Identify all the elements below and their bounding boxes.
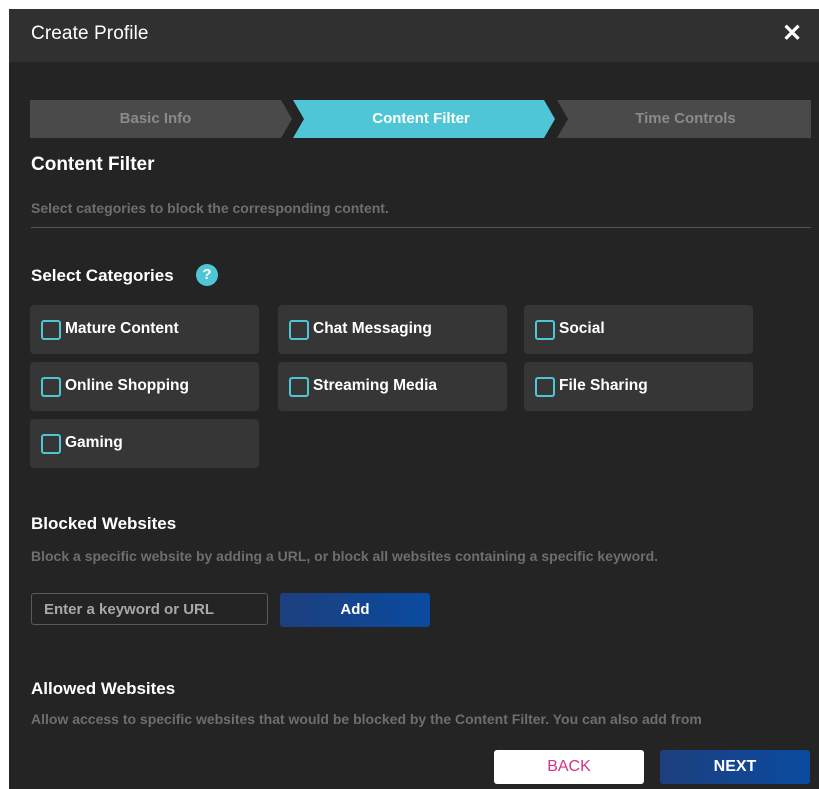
- keyword-url-input[interactable]: [31, 593, 268, 625]
- checkbox-icon[interactable]: [41, 377, 61, 397]
- dialog-header: Create Profile ✕: [9, 9, 819, 62]
- category-label: File Sharing: [559, 377, 648, 394]
- allowed-websites-heading: Allowed Websites: [31, 679, 176, 698]
- dialog-title: Create Profile: [31, 23, 149, 44]
- step-time-controls[interactable]: Time Controls: [560, 100, 811, 138]
- blocked-websites-heading: Blocked Websites: [31, 514, 177, 533]
- checkbox-icon[interactable]: [535, 320, 555, 340]
- category-label: Gaming: [65, 434, 123, 451]
- category-social[interactable]: Social: [524, 305, 753, 354]
- category-file-sharing[interactable]: File Sharing: [524, 362, 753, 411]
- section-divider: [31, 227, 811, 228]
- back-button[interactable]: BACK: [494, 750, 644, 784]
- allowed-websites-description: Allow access to specific websites that w…: [31, 711, 702, 727]
- step-basic-info[interactable]: Basic Info: [30, 100, 281, 138]
- content-filter-heading: Content Filter: [31, 154, 155, 175]
- close-icon[interactable]: ✕: [779, 21, 805, 47]
- checkbox-icon[interactable]: [289, 320, 309, 340]
- checkbox-icon[interactable]: [535, 377, 555, 397]
- checkbox-icon[interactable]: [41, 434, 61, 454]
- create-profile-dialog: Create Profile ✕ Basic Info Content Filt…: [9, 9, 819, 789]
- add-button[interactable]: Add: [280, 593, 430, 627]
- category-label: Online Shopping: [65, 377, 189, 394]
- category-online-shopping[interactable]: Online Shopping: [30, 362, 259, 411]
- category-streaming-media[interactable]: Streaming Media: [278, 362, 507, 411]
- blocked-websites-description: Block a specific website by adding a URL…: [31, 548, 659, 564]
- content-filter-description: Select categories to block the correspon…: [31, 200, 389, 216]
- category-label: Streaming Media: [313, 377, 438, 394]
- category-label: Social: [559, 320, 605, 337]
- category-mature-content[interactable]: Mature Content: [30, 305, 259, 354]
- next-button[interactable]: NEXT: [660, 750, 810, 784]
- checkbox-icon[interactable]: [41, 320, 61, 340]
- category-gaming[interactable]: Gaming: [30, 419, 259, 468]
- checkbox-icon[interactable]: [289, 377, 309, 397]
- category-label: Chat Messaging: [313, 320, 432, 337]
- question-icon[interactable]: ?: [196, 264, 218, 286]
- step-progress: Basic Info Content Filter Time Controls: [30, 100, 811, 138]
- category-label: Mature Content: [65, 320, 179, 337]
- select-categories-heading: Select Categories: [31, 266, 174, 285]
- category-chat-messaging[interactable]: Chat Messaging: [278, 305, 507, 354]
- step-content-filter[interactable]: Content Filter: [298, 100, 544, 138]
